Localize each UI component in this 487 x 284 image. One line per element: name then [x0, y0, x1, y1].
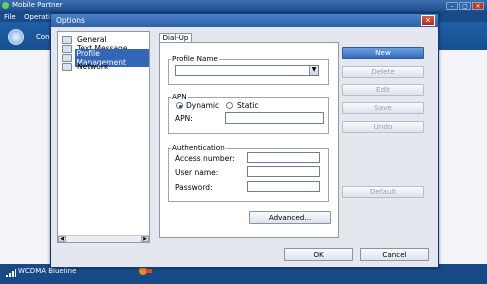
new-button[interactable]: New	[342, 47, 424, 59]
default-button[interactable]: Default	[342, 186, 424, 198]
folder-icon	[62, 62, 72, 71]
advanced-button[interactable]: Advanced...	[249, 211, 331, 224]
profile-name-select[interactable]	[175, 65, 319, 76]
dynamic-radio[interactable]	[176, 102, 183, 109]
signal-strength-icon	[6, 269, 16, 277]
edit-button[interactable]: Edit	[342, 84, 424, 96]
close-icon[interactable]: ✕	[472, 2, 484, 10]
tree-horizontal-scrollbar[interactable]: ◀ ▶	[58, 235, 149, 242]
app-title: Mobile Partner	[12, 1, 63, 9]
ok-button[interactable]: OK	[284, 248, 353, 261]
tree-item-network[interactable]: Network	[62, 62, 110, 71]
tree-item-profile-management[interactable]: Profile Management	[62, 48, 149, 67]
folder-icon	[62, 44, 72, 53]
connect-icon[interactable]	[8, 29, 24, 45]
dynamic-label: Dynamic	[186, 101, 220, 110]
apn-input[interactable]	[225, 112, 324, 124]
dialog-close-button[interactable]: ✕	[421, 15, 435, 26]
network-status: WCDMA Blueline	[18, 267, 77, 275]
folder-icon	[62, 53, 72, 62]
app-logo-icon	[2, 2, 9, 9]
folder-icon	[62, 35, 72, 44]
static-label: Static	[237, 101, 259, 110]
dialog-titlebar[interactable]: Options	[51, 14, 438, 27]
scroll-right-icon[interactable]: ▶	[141, 236, 149, 242]
cancel-button[interactable]: Cancel	[360, 248, 429, 261]
apn-group-title: APN	[171, 92, 188, 101]
save-button[interactable]: Save	[342, 102, 424, 114]
password-label: Password:	[175, 183, 213, 192]
restore-icon[interactable]: ▢	[459, 2, 471, 10]
delete-button[interactable]: Delete	[342, 66, 424, 78]
scroll-left-icon[interactable]: ◀	[58, 236, 66, 242]
user-name-input[interactable]	[247, 166, 320, 177]
tree-item-general[interactable]: General	[62, 35, 109, 44]
access-number-label: Access number:	[175, 154, 235, 163]
authentication-group-title: Authentication	[171, 143, 226, 152]
connect-label[interactable]: Con	[36, 33, 50, 41]
password-input[interactable]	[247, 181, 320, 192]
app-titlebar: Mobile Partner – ▢ ✕	[0, 0, 487, 11]
access-number-input[interactable]	[247, 152, 320, 163]
tree-item-label: General	[77, 35, 107, 44]
static-radio[interactable]	[226, 102, 233, 109]
chevron-down-icon[interactable]: ▼	[309, 66, 318, 75]
options-tree: General Text Message Profile Management …	[57, 31, 150, 243]
tree-item-label: Network	[77, 62, 109, 71]
menu-file[interactable]: File	[4, 13, 16, 21]
minimize-icon[interactable]: –	[446, 2, 458, 10]
user-name-label: User name:	[175, 168, 219, 177]
profile-name-group-title: Profile Name	[171, 54, 219, 63]
apn-label: APN:	[175, 114, 193, 123]
dialog-title: Options	[56, 16, 85, 25]
undo-button[interactable]: Undo	[342, 121, 424, 133]
